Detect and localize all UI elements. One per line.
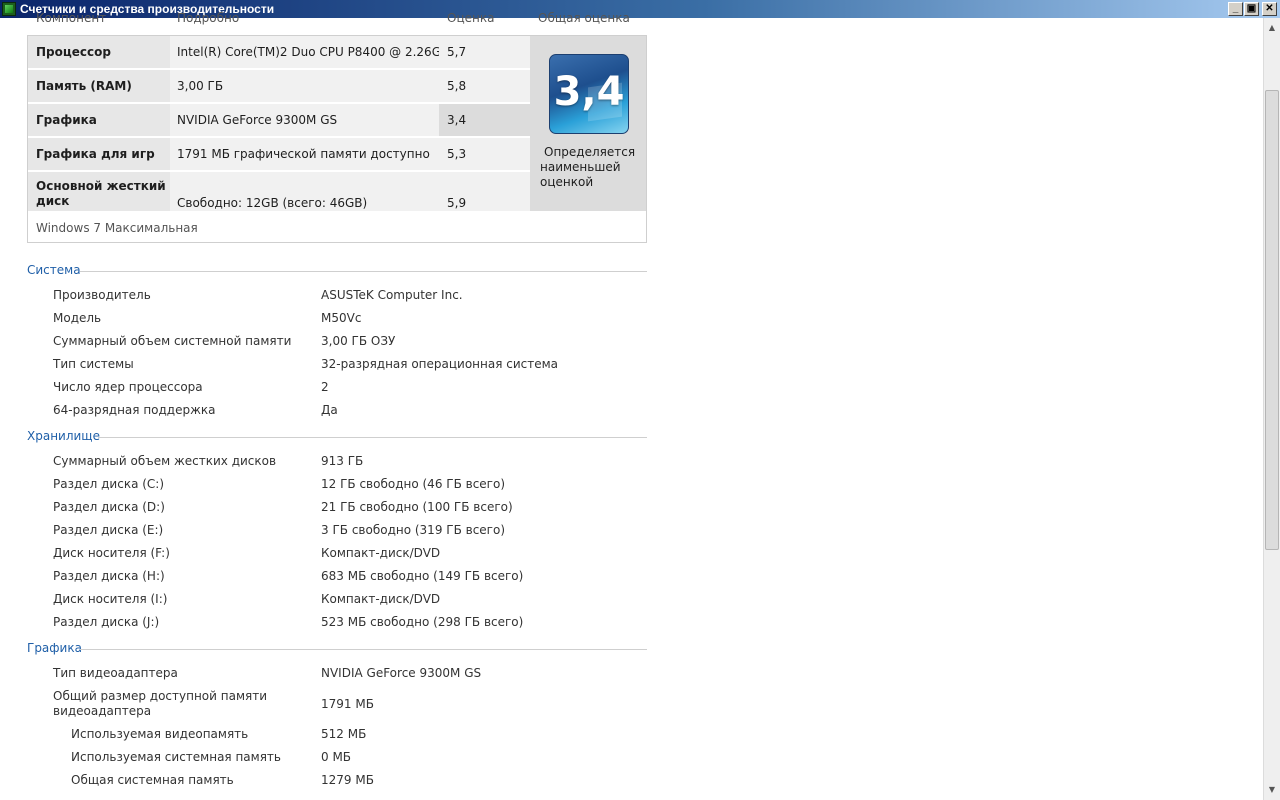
prop-label: Тип системы xyxy=(53,357,134,371)
section-title-graphics: Графика xyxy=(27,641,82,655)
prop-value: M50Vc xyxy=(321,311,362,325)
scroll-up-icon[interactable]: ▲ xyxy=(1264,20,1280,36)
rating-table: Процессор Intel(R) Core(TM)2 Duo CPU P84… xyxy=(27,35,647,243)
rating-score: 5,3 xyxy=(447,147,467,161)
prop-value: NVIDIA GeForce 9300M GS xyxy=(321,666,482,680)
rating-component: Основной жесткий диск xyxy=(36,179,166,208)
rating-details: Intel(R) Core(TM)2 Duo CPU P8400 @ 2.26G… xyxy=(177,45,457,59)
prop-label: Суммарный объем жестких дисков xyxy=(53,454,277,468)
rating-row-graphics: Графика NVIDIA GeForce 9300M GS 3,4 xyxy=(28,104,530,136)
vertical-scrollbar[interactable]: ▲ ▼ xyxy=(1263,18,1280,800)
rating-details: Свободно: 12GB (всего: 46GB) xyxy=(177,196,368,210)
section-divider xyxy=(80,271,647,272)
rating-component: Процессор xyxy=(36,45,111,59)
header-base-score: Общая оценка xyxy=(538,11,630,25)
prop-value: 523 МБ свободно (298 ГБ всего) xyxy=(321,615,524,629)
prop-value: Компакт-диск/DVD xyxy=(321,592,441,606)
prop-label: Тип видеоадаптера xyxy=(53,666,178,680)
prop-label: Раздел диска (E:) xyxy=(53,523,164,537)
rating-component: Память (RAM) xyxy=(36,79,132,93)
caption-line-3: оценкой xyxy=(540,175,594,189)
prop-label: Раздел диска (C:) xyxy=(53,477,165,491)
prop-value: 683 МБ свободно (149 ГБ всего) xyxy=(321,569,524,583)
rating-row-memory: Память (RAM) 3,00 ГБ 5,8 xyxy=(28,70,530,102)
caption-line-1: Определяется xyxy=(544,145,636,159)
base-score-panel: 3,4 Определяется наименьшей оценкой xyxy=(530,36,646,211)
prop-value: ASUSTeK Computer Inc. xyxy=(321,288,463,302)
prop-value: 913 ГБ xyxy=(321,454,364,468)
prop-label: Используемая системная память xyxy=(71,750,281,764)
header-score: Оценка xyxy=(447,11,495,25)
base-score-caption: Определяется наименьшей оценкой xyxy=(540,145,640,190)
section-title-system: Система xyxy=(27,263,81,277)
header-details: Подробно xyxy=(177,11,240,25)
rating-score-lowest: 3,4 xyxy=(447,113,467,127)
rating-score: 5,7 xyxy=(447,45,467,59)
minimize-button[interactable]: _ xyxy=(1228,2,1243,16)
windows-experience-badge-icon: 3,4 xyxy=(549,54,629,134)
rating-component: Графика для игр xyxy=(36,147,155,161)
scroll-down-icon[interactable]: ▼ xyxy=(1264,782,1280,798)
restore-button[interactable]: ▣ xyxy=(1244,2,1259,16)
section-title-storage: Хранилище xyxy=(27,429,100,443)
prop-value: Компакт-диск/DVD xyxy=(321,546,441,560)
caption-line-2: наименьшей xyxy=(540,160,621,174)
prop-value: 3,00 ГБ ОЗУ xyxy=(321,334,396,348)
prop-value: 2 xyxy=(321,380,329,394)
prop-label: Раздел диска (J:) xyxy=(53,615,160,629)
section-divider xyxy=(80,649,647,650)
prop-value: 1279 МБ xyxy=(321,773,374,787)
prop-value: 21 ГБ свободно (100 ГБ всего) xyxy=(321,500,513,514)
prop-value: 3 ГБ свободно (319 ГБ всего) xyxy=(321,523,506,537)
prop-value: 12 ГБ свободно (46 ГБ всего) xyxy=(321,477,506,491)
prop-label: Производитель xyxy=(53,288,151,302)
prop-label: Диск носителя (I:) xyxy=(53,592,168,606)
os-edition: Windows 7 Максимальная xyxy=(36,221,198,235)
rating-details: 3,00 ГБ xyxy=(177,79,224,93)
header-component: Компонент xyxy=(36,11,107,25)
scroll-thumb[interactable] xyxy=(1265,90,1279,550)
rating-component: Графика xyxy=(36,113,97,127)
prop-label: Общий размер доступной памяти видеоадапт… xyxy=(53,689,268,718)
prop-label: Модель xyxy=(53,311,102,325)
prop-label: Общая системная память xyxy=(71,773,234,787)
prop-value: Да xyxy=(321,403,338,417)
prop-label: 64-разрядная поддержка xyxy=(53,403,216,417)
rating-row-hard-disk: Основной жесткий диск Свободно: 12GB (вс… xyxy=(28,172,530,211)
rating-row-cpu: Процессор Intel(R) Core(TM)2 Duo CPU P84… xyxy=(28,36,530,68)
prop-label: Раздел диска (D:) xyxy=(53,500,165,514)
prop-label: Суммарный объем системной памяти xyxy=(53,334,292,348)
rating-score: 5,9 xyxy=(447,196,467,210)
rating-row-gaming-graphics: Графика для игр 1791 МБ графической памя… xyxy=(28,138,530,170)
close-button[interactable]: ✕ xyxy=(1262,2,1277,16)
base-score: 3,4 xyxy=(553,69,625,115)
rating-details: NVIDIA GeForce 9300M GS xyxy=(177,113,338,127)
prop-label: Диск носителя (F:) xyxy=(53,546,170,560)
rating-details: 1791 МБ графической памяти доступно xyxy=(177,147,430,161)
prop-value: 1791 МБ xyxy=(321,697,374,711)
prop-value: 512 МБ xyxy=(321,727,367,741)
performance-monitor-icon xyxy=(2,2,16,16)
prop-label: Раздел диска (H:) xyxy=(53,569,165,583)
section-divider xyxy=(98,437,647,438)
prop-label: Используемая видеопамять xyxy=(71,727,249,741)
prop-label: Число ядер процессора xyxy=(53,380,203,394)
rating-score: 5,8 xyxy=(447,79,467,93)
prop-value: 0 МБ xyxy=(321,750,352,764)
prop-value: 32-разрядная операционная система xyxy=(321,357,559,371)
